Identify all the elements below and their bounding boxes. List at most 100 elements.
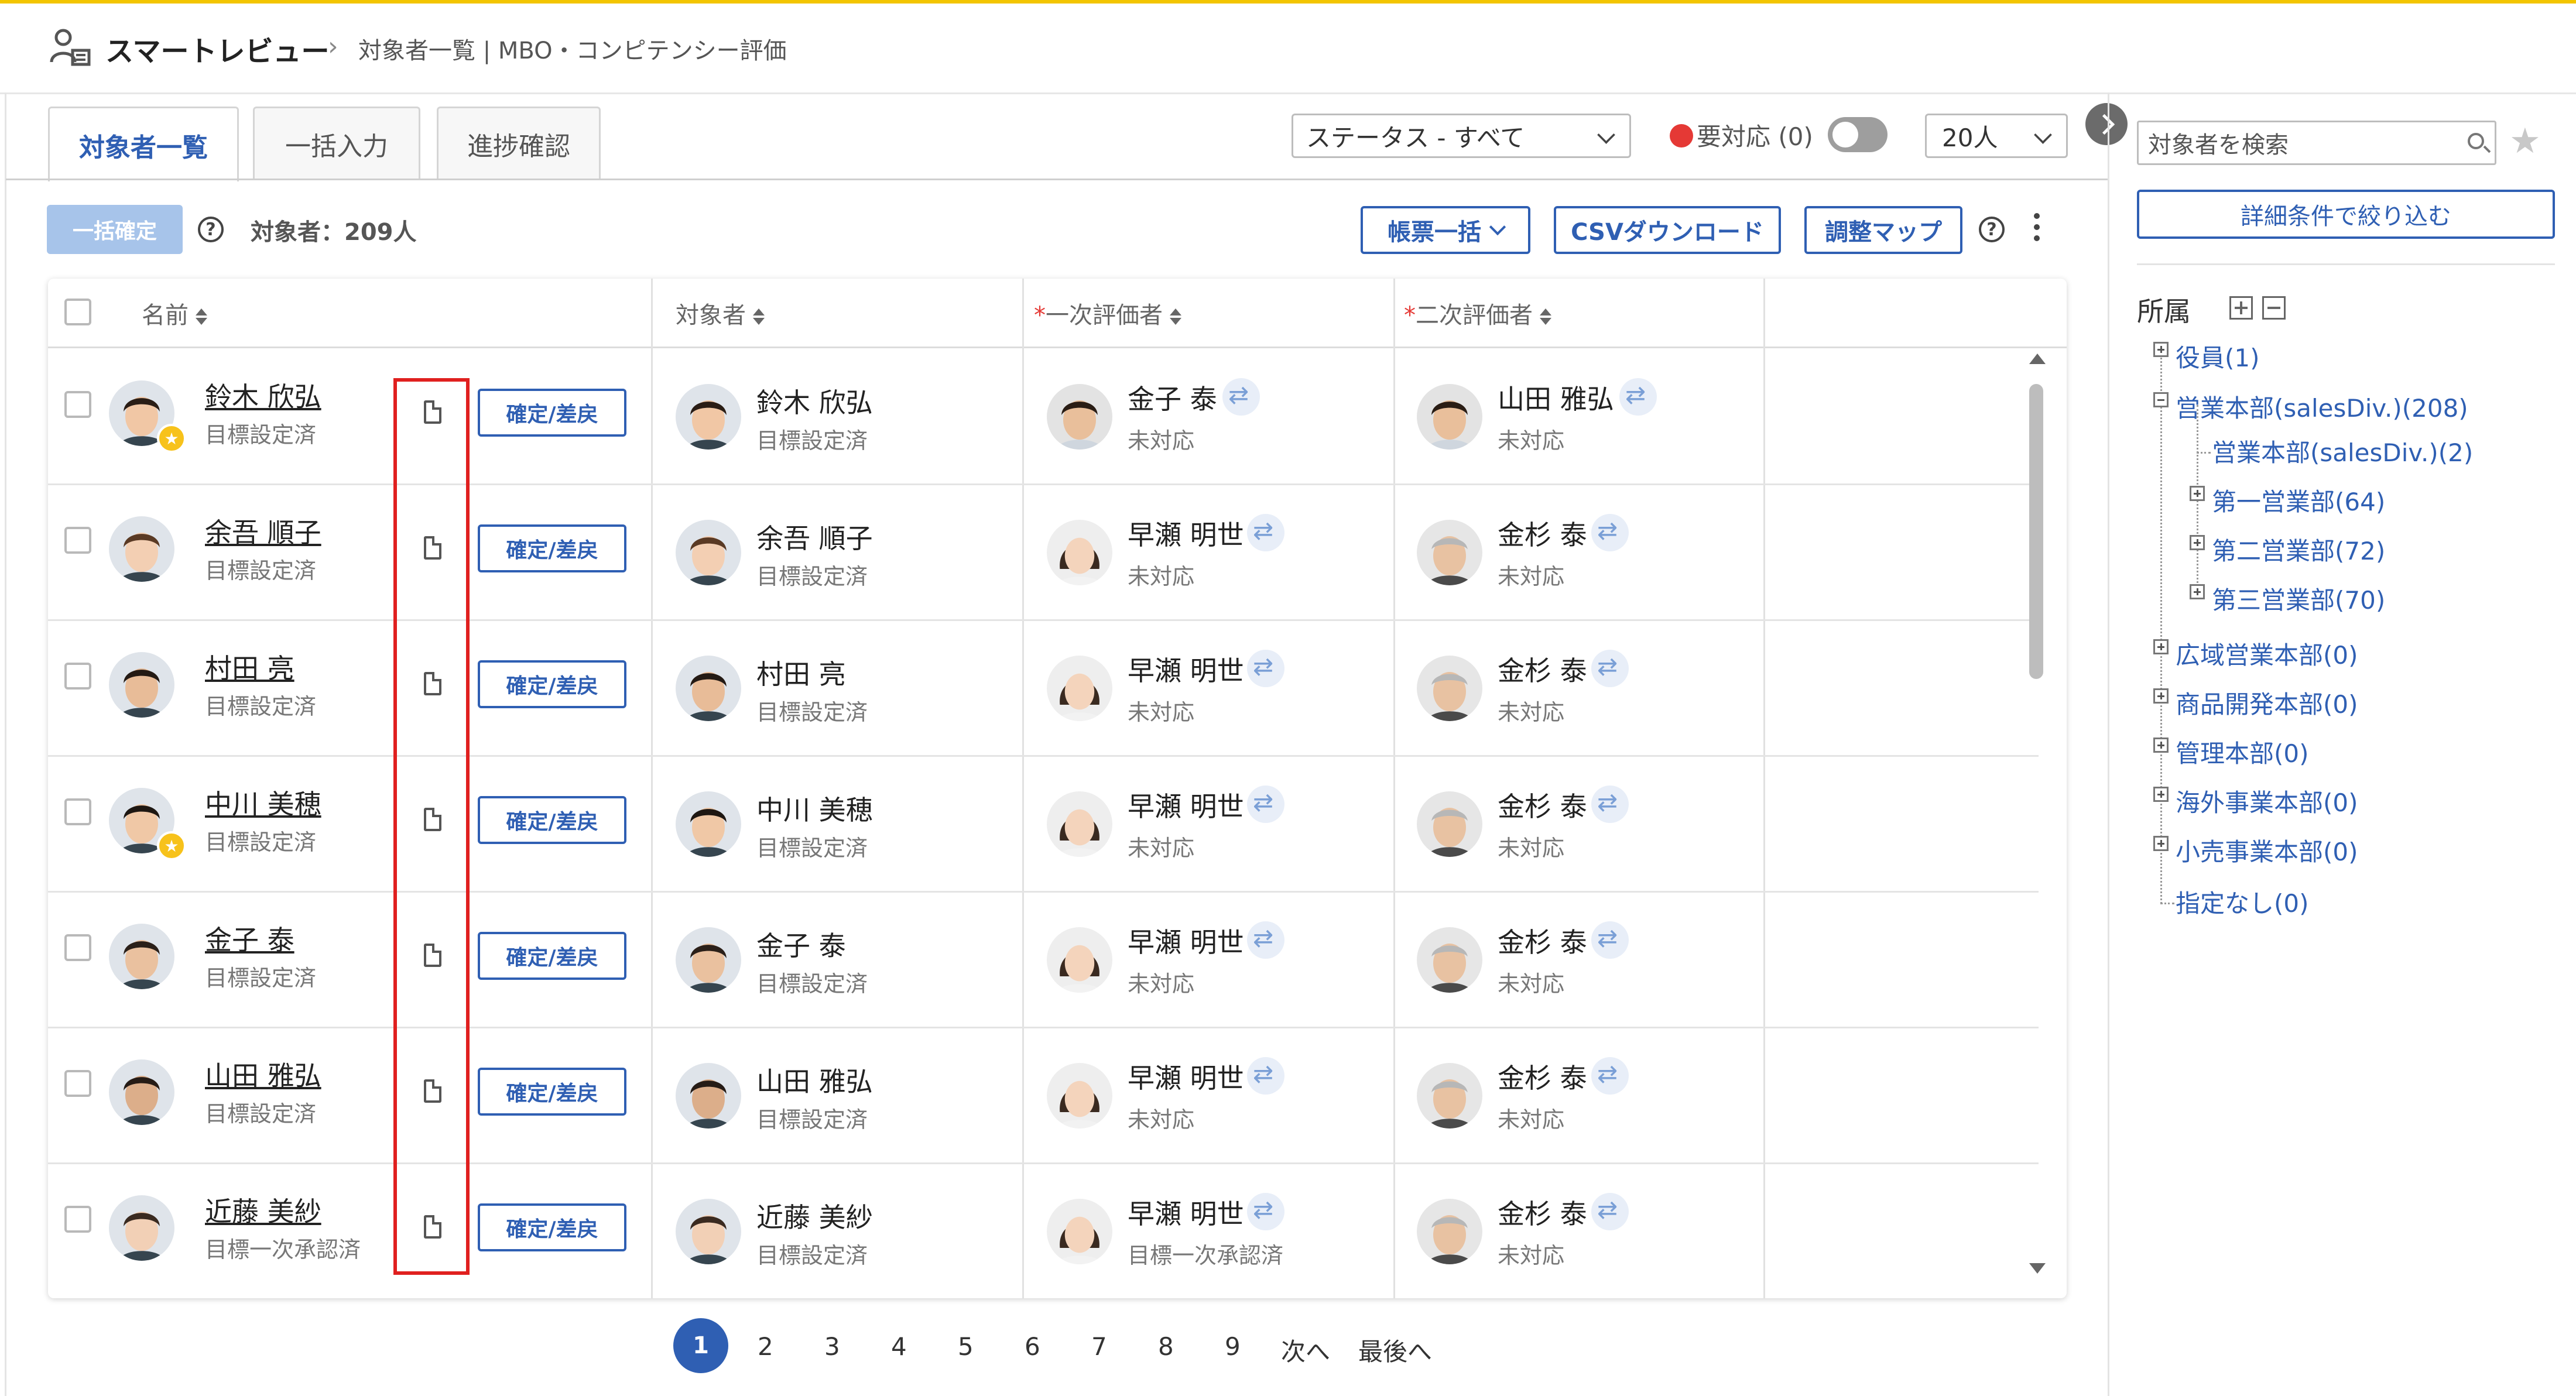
status-select[interactable]: ステータス - すべて bbox=[1292, 114, 1631, 158]
target-search-input[interactable]: 対象者を検索 bbox=[2137, 121, 2496, 165]
sort-icon[interactable] bbox=[1170, 308, 1181, 325]
swap-evaluator-icon[interactable] bbox=[1247, 650, 1284, 687]
select-all-checkbox[interactable] bbox=[64, 299, 91, 325]
tree-collapse-icon[interactable] bbox=[2153, 392, 2169, 407]
tab-target-list[interactable]: 対象者一覧 bbox=[48, 107, 239, 181]
page-link[interactable]: 9 bbox=[1225, 1332, 1241, 1361]
help-icon[interactable]: ? bbox=[198, 217, 224, 242]
tree-item[interactable]: 管理本部(0) bbox=[2176, 734, 2309, 770]
tree-item[interactable]: 第二営業部(72) bbox=[2212, 531, 2385, 567]
row-checkbox[interactable] bbox=[64, 391, 91, 418]
row-name-link[interactable]: 中川 美穂 bbox=[205, 783, 321, 822]
forms-bulk-button[interactable]: 帳票一括 bbox=[1361, 206, 1530, 254]
collapse-panel-button[interactable] bbox=[2085, 103, 2128, 145]
sort-icon[interactable] bbox=[1540, 308, 1551, 325]
tree-expand-icon[interactable] bbox=[2190, 535, 2205, 550]
swap-evaluator-icon[interactable] bbox=[1247, 921, 1284, 959]
favorite-star-icon[interactable]: ★ bbox=[2509, 121, 2541, 162]
page-link[interactable]: 3 bbox=[824, 1332, 840, 1361]
confirm-return-button[interactable]: 確定/差戻 bbox=[478, 660, 626, 708]
row-checkbox[interactable] bbox=[64, 934, 91, 961]
csv-download-button[interactable]: CSVダウンロード bbox=[1554, 206, 1781, 254]
swap-evaluator-icon[interactable] bbox=[1591, 921, 1629, 959]
column-header-target[interactable]: 対象者 bbox=[676, 296, 765, 330]
search-icon[interactable] bbox=[2468, 133, 2484, 149]
next-page-link[interactable]: 次へ bbox=[1281, 1332, 1330, 1368]
row-name-link[interactable]: 金子 泰 bbox=[205, 919, 294, 958]
swap-evaluator-icon[interactable] bbox=[1591, 1193, 1629, 1230]
app-title[interactable]: スマートレビュー bbox=[105, 28, 330, 69]
row-name-link[interactable]: 村田 亮 bbox=[205, 647, 294, 686]
tree-expand-icon[interactable] bbox=[2153, 787, 2169, 802]
row-checkbox[interactable] bbox=[64, 527, 91, 554]
need-action-toggle[interactable] bbox=[1828, 117, 1888, 152]
swap-evaluator-icon[interactable] bbox=[1591, 650, 1629, 687]
swap-evaluator-icon[interactable] bbox=[1591, 786, 1629, 823]
tree-item[interactable]: 役員(1) bbox=[2176, 338, 2260, 374]
tree-expand-icon[interactable] bbox=[2153, 836, 2169, 851]
row-checkbox[interactable] bbox=[64, 1070, 91, 1097]
scroll-down-icon[interactable] bbox=[2029, 1263, 2046, 1274]
tree-item[interactable]: 海外事業本部(0) bbox=[2176, 783, 2358, 819]
tree-item[interactable]: 商品開発本部(0) bbox=[2176, 685, 2358, 721]
column-header-name[interactable]: 名前 bbox=[142, 296, 207, 330]
page-link[interactable]: 8 bbox=[1158, 1332, 1174, 1361]
detail-filter-button[interactable]: 詳細条件で絞り込む bbox=[2137, 190, 2555, 239]
tab-progress[interactable]: 進捗確認 bbox=[437, 107, 601, 179]
tree-expand-icon[interactable] bbox=[2153, 688, 2169, 704]
swap-evaluator-icon[interactable] bbox=[1247, 1193, 1284, 1230]
expand-all-icon[interactable] bbox=[2229, 296, 2253, 320]
confirm-return-button[interactable]: 確定/差戻 bbox=[478, 1203, 626, 1251]
page-link[interactable]: 5 bbox=[958, 1332, 974, 1361]
tab-bulk-input[interactable]: 一括入力 bbox=[253, 107, 420, 179]
row-name-link[interactable]: 山田 雅弘 bbox=[205, 1055, 321, 1093]
column-header-first-evaluator[interactable]: *一次評価者 bbox=[1034, 296, 1181, 330]
row-checkbox[interactable] bbox=[64, 663, 91, 690]
tree-expand-icon[interactable] bbox=[2153, 738, 2169, 753]
more-menu-icon[interactable] bbox=[2034, 213, 2041, 246]
swap-evaluator-icon[interactable] bbox=[1591, 1057, 1629, 1095]
tree-item[interactable]: 第一営業部(64) bbox=[2212, 482, 2385, 518]
tree-expand-icon[interactable] bbox=[2153, 639, 2169, 654]
page-current[interactable]: 1 bbox=[673, 1318, 728, 1373]
tree-item[interactable]: 小売事業本部(0) bbox=[2176, 832, 2358, 868]
tree-expand-icon[interactable] bbox=[2190, 486, 2205, 501]
confirm-return-button[interactable]: 確定/差戻 bbox=[478, 389, 626, 437]
sort-icon[interactable] bbox=[196, 308, 207, 325]
confirm-return-button[interactable]: 確定/差戻 bbox=[478, 932, 626, 980]
page-link[interactable]: 7 bbox=[1091, 1332, 1107, 1361]
last-page-link[interactable]: 最後へ bbox=[1358, 1332, 1432, 1368]
per-page-select[interactable]: 20人 bbox=[1925, 114, 2068, 158]
collapse-all-icon[interactable] bbox=[2262, 296, 2286, 320]
help-icon[interactable]: ? bbox=[1979, 217, 2005, 242]
swap-evaluator-icon[interactable] bbox=[1247, 1057, 1284, 1095]
confirm-return-button[interactable]: 確定/差戻 bbox=[478, 524, 626, 572]
tree-item[interactable]: 営業本部(salesDiv.)(208) bbox=[2176, 389, 2468, 424]
swap-evaluator-icon[interactable] bbox=[1222, 378, 1260, 416]
tree-item[interactable]: 広域営業本部(0) bbox=[2176, 636, 2358, 671]
swap-evaluator-icon[interactable] bbox=[1619, 378, 1657, 416]
confirm-return-button[interactable]: 確定/差戻 bbox=[478, 796, 626, 844]
row-name-link[interactable]: 近藤 美紗 bbox=[205, 1191, 321, 1229]
sort-icon[interactable] bbox=[753, 308, 765, 325]
page-link[interactable]: 4 bbox=[891, 1332, 907, 1361]
row-checkbox[interactable] bbox=[64, 1206, 91, 1233]
adjust-map-button[interactable]: 調整マップ bbox=[1804, 206, 1962, 254]
page-link[interactable]: 2 bbox=[758, 1332, 773, 1361]
scroll-thumb[interactable] bbox=[2029, 384, 2043, 679]
row-name-link[interactable]: 余吾 順子 bbox=[205, 512, 321, 550]
tree-item[interactable]: 第三営業部(70) bbox=[2212, 581, 2385, 616]
column-header-second-evaluator[interactable]: *二次評価者 bbox=[1404, 296, 1551, 330]
tree-expand-icon[interactable] bbox=[2153, 342, 2169, 357]
bulk-confirm-button[interactable]: 一括確定 bbox=[47, 205, 183, 254]
table-scrollbar[interactable] bbox=[2027, 354, 2046, 1274]
tree-item[interactable]: 営業本部(salesDiv.)(2) bbox=[2212, 433, 2473, 469]
page-link[interactable]: 6 bbox=[1025, 1332, 1040, 1361]
row-name-link[interactable]: 鈴木 欣弘 bbox=[205, 376, 321, 414]
swap-evaluator-icon[interactable] bbox=[1247, 786, 1284, 823]
swap-evaluator-icon[interactable] bbox=[1247, 514, 1284, 551]
tree-expand-icon[interactable] bbox=[2190, 584, 2205, 599]
scroll-up-icon[interactable] bbox=[2029, 354, 2046, 364]
tree-item[interactable]: 指定なし(0) bbox=[2176, 884, 2309, 920]
swap-evaluator-icon[interactable] bbox=[1591, 514, 1629, 551]
